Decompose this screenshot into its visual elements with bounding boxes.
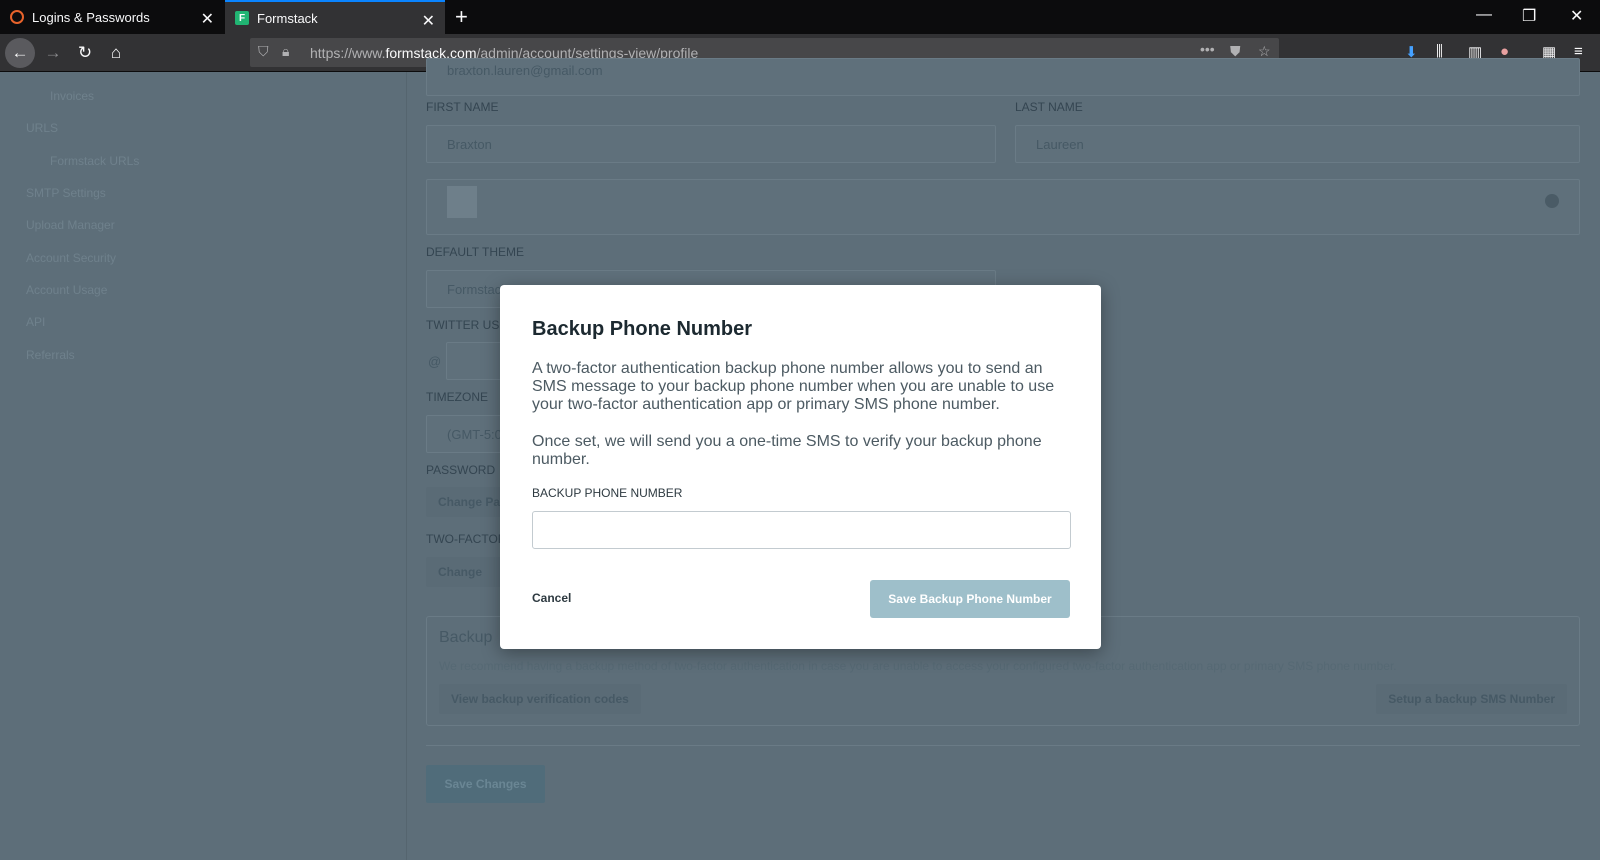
backup-phone-label: BACKUP PHONE NUMBER <box>532 486 683 500</box>
sidebar-item-invoices[interactable]: Invoices <box>50 89 94 103</box>
tab-logins-passwords[interactable]: Logins & Passwords ✕ <box>0 0 224 34</box>
first-name-field[interactable]: Braxton <box>426 125 996 163</box>
sidebar-item-urls[interactable]: URLS <box>26 121 58 135</box>
sidebar-item-referrals[interactable]: Referrals <box>26 348 75 362</box>
twitter-at-prefix: @ <box>428 354 442 369</box>
settings-sidebar: Invoices URLS Formstack URLs SMTP Settin… <box>0 72 407 860</box>
save-changes-button[interactable]: Save Changes <box>426 765 545 803</box>
avatar-upload-area[interactable] <box>426 179 1580 235</box>
avatar-placeholder-icon <box>447 186 477 218</box>
formstack-favicon-icon: F <box>235 11 249 25</box>
close-tab-icon[interactable]: ✕ <box>201 9 214 29</box>
tab-title: Formstack <box>257 10 318 26</box>
backup-phone-modal: Backup Phone Number A two-factor authent… <box>500 285 1101 649</box>
close-tab-icon[interactable]: ✕ <box>422 11 435 31</box>
last-name-field[interactable]: Laureen <box>1015 125 1580 163</box>
lockwise-icon <box>10 10 24 24</box>
sidebar-item-upload-manager[interactable]: Upload Manager <box>26 218 115 232</box>
tab-title: Logins & Passwords <box>32 9 150 25</box>
backup-section-description: We recommend having a backup method of t… <box>439 659 1397 673</box>
divider <box>426 745 1580 746</box>
cancel-button[interactable]: Cancel <box>532 591 571 605</box>
modal-description-1: A two-factor authentication backup phone… <box>532 360 1055 413</box>
password-label: PASSWORD <box>426 463 496 477</box>
twitter-label: TWITTER US <box>426 318 500 332</box>
default-theme-label: DEFAULT THEME <box>426 245 525 259</box>
email-field[interactable]: braxton.lauren@gmail.com <box>426 58 1580 96</box>
backup-section-title: Backup <box>439 629 493 646</box>
view-backup-codes-button[interactable]: View backup verification codes <box>439 684 641 714</box>
window-close-icon[interactable]: ✕ <box>1570 6 1583 26</box>
timezone-label: TIMEZONE <box>426 390 488 404</box>
two-factor-label: TWO-FACTOR <box>426 532 507 546</box>
tab-bar: Logins & Passwords ✕ F Formstack ✕ + — ❐… <box>0 0 1600 34</box>
setup-backup-sms-button[interactable]: Setup a backup SMS Number <box>1376 684 1567 714</box>
sidebar-item-account-security[interactable]: Account Security <box>26 251 116 265</box>
backup-phone-input[interactable] <box>532 511 1071 549</box>
tracking-shield-icon[interactable]: ⛉ <box>258 43 269 60</box>
restore-icon[interactable]: ❐ <box>1522 6 1536 26</box>
modal-description-2: Once set, we will send you a one-time SM… <box>532 433 1042 468</box>
last-name-label: LAST NAME <box>1015 100 1083 114</box>
first-name-label: FIRST NAME <box>426 100 499 114</box>
reload-icon[interactable]: ↻ <box>72 40 98 66</box>
sidebar-item-api[interactable]: API <box>26 315 45 329</box>
more-actions-icon[interactable]: ••• <box>1200 41 1215 57</box>
sidebar-item-formstack-urls[interactable]: Formstack URLs <box>50 154 139 168</box>
remove-avatar-icon[interactable] <box>1545 194 1559 208</box>
save-backup-phone-button[interactable]: Save Backup Phone Number <box>870 580 1070 618</box>
new-tab-icon[interactable]: + <box>455 4 468 30</box>
sidebar-item-account-usage[interactable]: Account Usage <box>26 283 107 297</box>
forward-arrow-icon[interactable]: → <box>40 40 66 66</box>
tab-formstack[interactable]: F Formstack ✕ <box>225 0 445 34</box>
back-arrow-icon[interactable]: ← <box>5 38 35 68</box>
modal-title: Backup Phone Number <box>532 318 753 340</box>
minimize-icon[interactable]: — <box>1476 6 1492 24</box>
sidebar-item-smtp-settings[interactable]: SMTP Settings <box>26 186 106 200</box>
lock-icon[interactable]: 🔒︎ <box>282 43 289 60</box>
home-icon[interactable]: ⌂ <box>103 40 129 66</box>
